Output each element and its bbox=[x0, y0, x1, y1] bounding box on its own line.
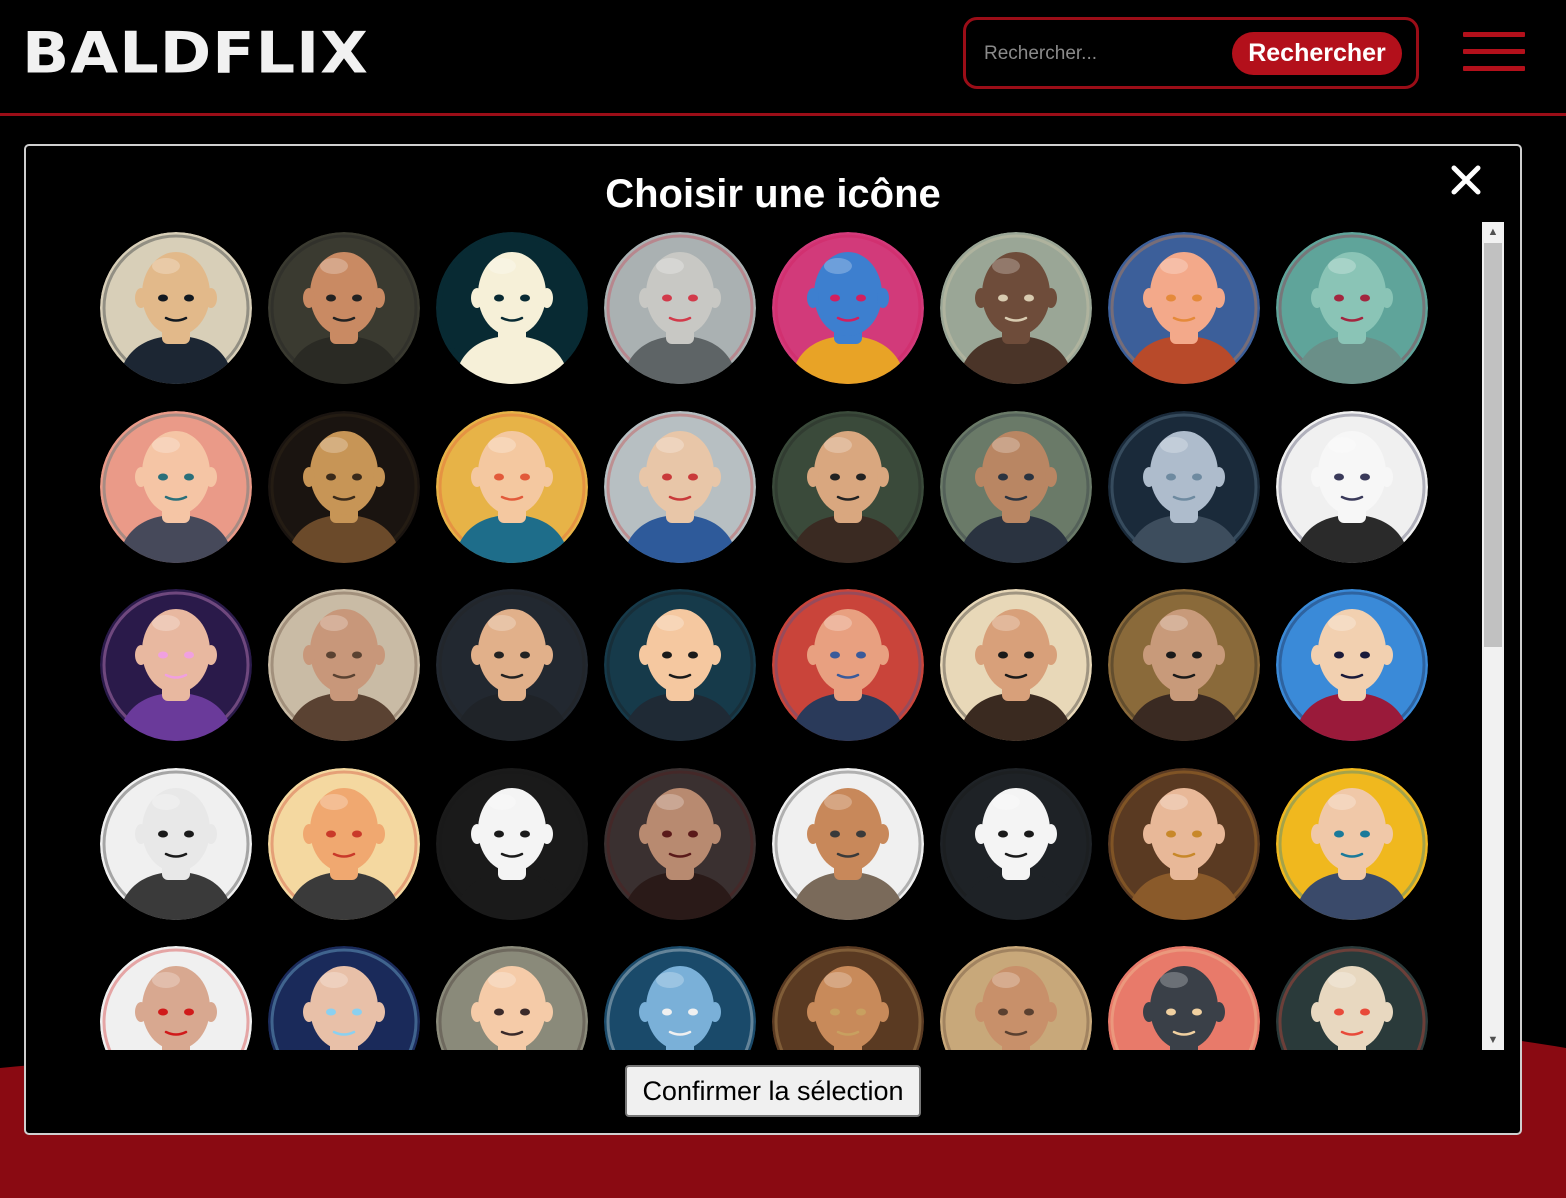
avatar-option-dark-stripe-face[interactable] bbox=[940, 232, 1092, 384]
bald-head-icon bbox=[940, 232, 1092, 384]
bald-head-icon bbox=[436, 589, 588, 741]
bald-head-icon bbox=[1276, 767, 1428, 920]
avatar-option-silver-android[interactable] bbox=[1108, 410, 1260, 563]
bald-head-icon bbox=[1276, 946, 1428, 1050]
bald-head-icon bbox=[604, 410, 756, 563]
avatar-option-anime-hero[interactable] bbox=[604, 410, 756, 563]
scrollbar[interactable]: ▲ ▼ bbox=[1482, 222, 1504, 1050]
bald-head-icon bbox=[268, 767, 420, 920]
avatar-option-comic-bearded[interactable] bbox=[940, 589, 1092, 741]
bald-head-icon bbox=[1108, 946, 1260, 1050]
avatar-option-bearded-realistic[interactable] bbox=[268, 589, 420, 741]
site-header: BALDFLIX Rechercher bbox=[0, 0, 1566, 113]
avatar-option-headband-old-man[interactable] bbox=[772, 589, 924, 741]
avatar-option-golden-baroque[interactable] bbox=[268, 410, 420, 563]
avatar-option-masked-gold-frame[interactable] bbox=[1108, 589, 1260, 741]
avatar-option-glasses-friendly[interactable] bbox=[436, 589, 588, 741]
avatar-option-glasses-realistic[interactable] bbox=[268, 232, 420, 384]
avatar-option-retro-graphic[interactable] bbox=[436, 410, 588, 563]
avatar-option-circles-dark-face[interactable] bbox=[1276, 946, 1428, 1050]
avatar-option-golden-halo[interactable] bbox=[1276, 767, 1428, 920]
bald-head-icon bbox=[268, 410, 420, 563]
bald-head-icon bbox=[604, 946, 756, 1050]
bald-head-icon bbox=[1276, 589, 1428, 741]
close-icon[interactable] bbox=[1446, 160, 1486, 200]
bald-head-icon bbox=[1108, 232, 1260, 384]
bald-head-icon bbox=[436, 410, 588, 563]
avatar-option-sunglasses-mono[interactable] bbox=[436, 767, 588, 920]
scroll-thumb[interactable] bbox=[1484, 243, 1502, 647]
bald-head-icon bbox=[772, 946, 924, 1050]
avatar-option-anime-stripes[interactable] bbox=[1276, 589, 1428, 741]
avatar-option-red-eyes[interactable] bbox=[100, 946, 252, 1050]
search-input[interactable] bbox=[984, 39, 1214, 69]
avatar-option-manga-sketch[interactable] bbox=[1276, 410, 1428, 563]
bald-head-icon bbox=[1108, 589, 1260, 741]
modal-title: Choisir une icône bbox=[605, 172, 941, 216]
bald-head-icon bbox=[604, 767, 756, 920]
bald-head-icon bbox=[1276, 232, 1428, 384]
avatar-option-glasses-cartoon-pink[interactable] bbox=[100, 410, 252, 563]
avatar-option-round-glasses-kid[interactable] bbox=[604, 589, 756, 741]
bald-head-icon bbox=[100, 589, 252, 741]
avatar-option-steampunk-goggles[interactable] bbox=[772, 946, 924, 1050]
avatar-option-realistic-smile[interactable] bbox=[940, 946, 1092, 1050]
bald-head-icon bbox=[940, 946, 1092, 1050]
bald-head-icon bbox=[100, 946, 252, 1050]
scroll-down-arrow-icon[interactable]: ▼ bbox=[1482, 1030, 1504, 1050]
search-button[interactable]: Rechercher bbox=[1232, 32, 1402, 75]
bald-head-icon bbox=[436, 232, 588, 384]
hamburger-menu-icon[interactable] bbox=[1463, 30, 1525, 76]
bald-head-icon bbox=[1276, 410, 1428, 563]
bald-head-icon bbox=[772, 589, 924, 741]
bald-head-icon bbox=[604, 589, 756, 741]
avatar-option-anime-child[interactable] bbox=[436, 946, 588, 1050]
bald-head-icon bbox=[268, 232, 420, 384]
bald-head-icon bbox=[940, 410, 1092, 563]
bald-head-icon bbox=[100, 767, 252, 920]
avatar-option-pop-dark-face[interactable] bbox=[1108, 946, 1260, 1050]
bald-head-icon bbox=[436, 767, 588, 920]
bald-head-icon bbox=[1108, 410, 1260, 563]
avatar-option-glasses-3d[interactable] bbox=[772, 410, 924, 563]
avatar-option-realistic-man[interactable] bbox=[940, 410, 1092, 563]
avatar-option-cartoon-kid[interactable] bbox=[1108, 232, 1260, 384]
bald-head-icon bbox=[268, 589, 420, 741]
bald-head-icon bbox=[772, 232, 924, 384]
bald-head-icon bbox=[100, 232, 252, 384]
avatar-option-cosmic-woman[interactable] bbox=[100, 589, 252, 741]
bald-head-icon bbox=[436, 946, 588, 1050]
avatar-option-bearded-elder[interactable] bbox=[1276, 232, 1428, 384]
avatar-option-ninja-headband[interactable] bbox=[100, 232, 252, 384]
bald-head-icon bbox=[1108, 767, 1260, 920]
bald-head-icon bbox=[940, 589, 1092, 741]
site-logo[interactable]: BALDFLIX bbox=[22, 20, 369, 85]
avatar-grid-viewport bbox=[100, 222, 1506, 1050]
scroll-up-arrow-icon[interactable]: ▲ bbox=[1482, 222, 1504, 242]
icon-picker-modal: Choisir une icône ▲ ▼ Confirmer la sélec… bbox=[24, 144, 1522, 1135]
avatar-option-cartoon-scar[interactable] bbox=[268, 767, 420, 920]
avatar-option-steampunk-woman[interactable] bbox=[1108, 767, 1260, 920]
bald-head-icon bbox=[772, 410, 924, 563]
avatar-option-angry-comic[interactable] bbox=[772, 767, 924, 920]
avatar-option-stern-realistic[interactable] bbox=[604, 767, 756, 920]
bald-head-icon bbox=[268, 946, 420, 1050]
confirm-selection-button[interactable]: Confirmer la sélection bbox=[625, 1065, 921, 1117]
avatar-option-blue-android[interactable] bbox=[604, 946, 756, 1050]
bald-head-icon bbox=[772, 767, 924, 920]
avatar-option-alien-grey[interactable] bbox=[100, 767, 252, 920]
avatar-option-pop-art-warrior[interactable] bbox=[772, 232, 924, 384]
bald-head-icon bbox=[100, 410, 252, 563]
avatar-option-minimal-white-head[interactable] bbox=[436, 232, 588, 384]
bald-head-icon bbox=[940, 767, 1092, 920]
header-divider bbox=[0, 113, 1566, 116]
bald-head-icon bbox=[604, 232, 756, 384]
search-box: Rechercher bbox=[963, 17, 1419, 89]
avatar-option-masked-mono[interactable] bbox=[940, 767, 1092, 920]
avatar-option-space-woman[interactable] bbox=[268, 946, 420, 1050]
avatar-option-cyborg[interactable] bbox=[604, 232, 756, 384]
